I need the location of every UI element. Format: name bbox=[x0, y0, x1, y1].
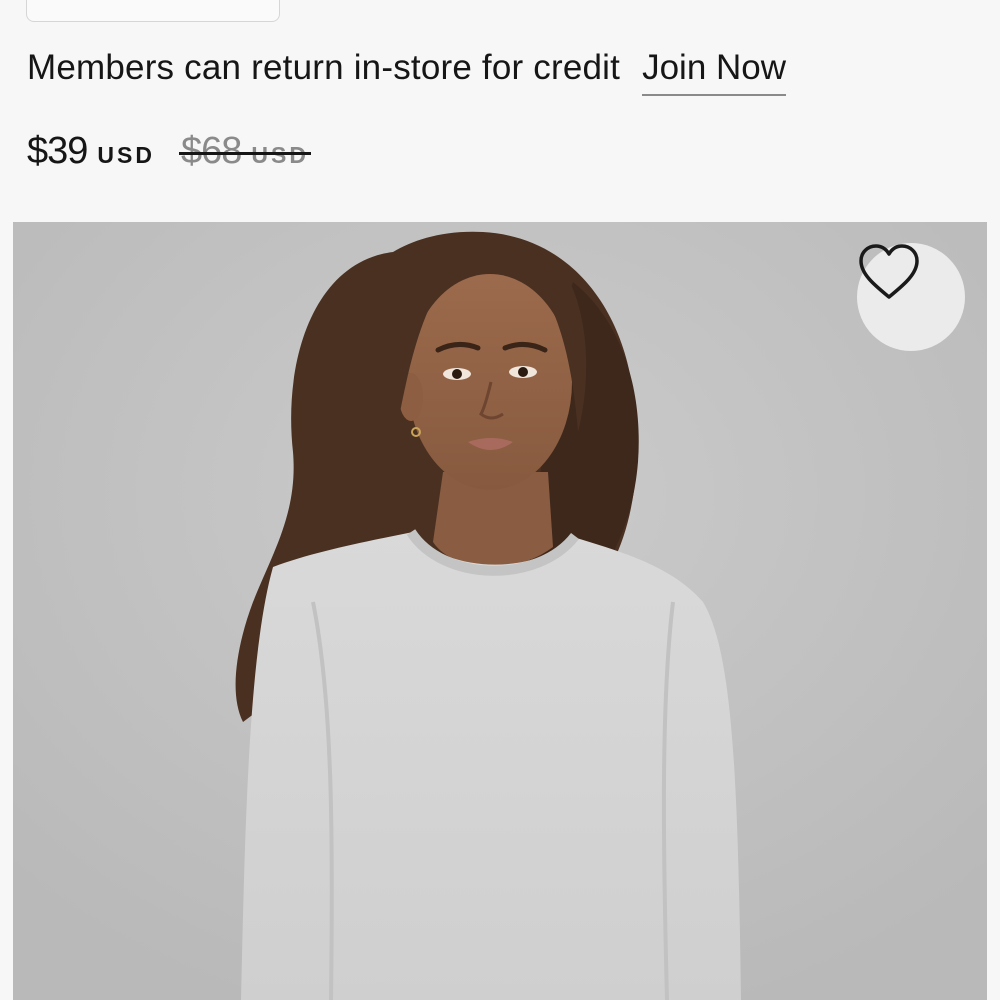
product-page: Members can return in-store for credit J… bbox=[0, 0, 1000, 1000]
heart-outline-icon bbox=[859, 244, 919, 299]
sale-price: $39 bbox=[27, 130, 88, 172]
sale-price-currency: USD bbox=[97, 142, 155, 168]
original-price: $68 USD bbox=[178, 130, 311, 173]
promo-text: Members can return in-store for credit bbox=[27, 48, 621, 87]
strikethrough-line bbox=[178, 152, 311, 156]
top-selector-box[interactable] bbox=[26, 0, 280, 22]
model-photo-illustration bbox=[13, 222, 987, 1000]
favorite-button[interactable] bbox=[857, 243, 965, 351]
product-image[interactable] bbox=[13, 222, 987, 1000]
member-promo: Members can return in-store for credit J… bbox=[27, 48, 787, 96]
price-row: $39 USD $68 USD bbox=[27, 130, 311, 173]
join-now-link[interactable]: Join Now bbox=[642, 48, 787, 96]
original-price-currency: USD bbox=[251, 142, 309, 169]
